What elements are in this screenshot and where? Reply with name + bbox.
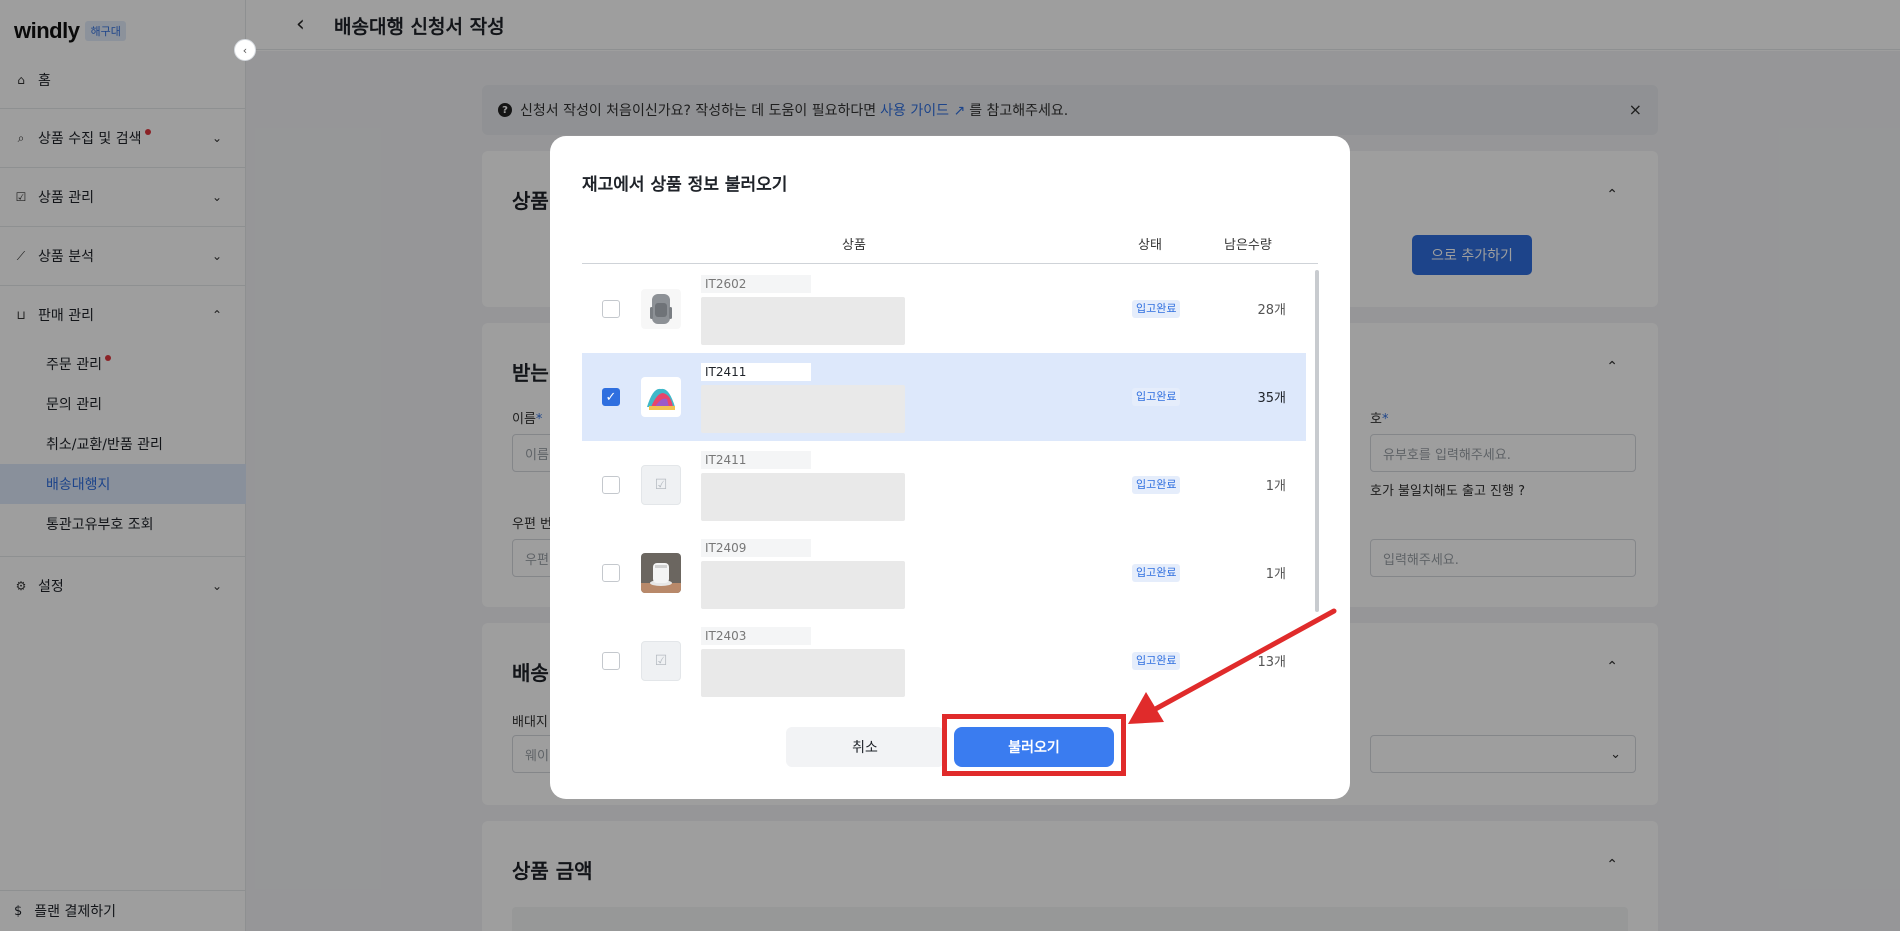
product-name-redacted (701, 473, 905, 521)
row-checkbox[interactable] (602, 564, 620, 582)
table-header: 상품 상태 남은수량 (582, 224, 1318, 264)
status-badge: 입고완료 (1132, 388, 1181, 406)
table-row[interactable]: ☑ IT2411 입고완료 1개 (582, 441, 1306, 529)
column-header-status: 상태 (1138, 238, 1162, 253)
import-inventory-modal: 재고에서 상품 정보 불러오기 상품 상태 남은수량 IT2602 입고완료 2… (550, 136, 1350, 799)
table-row[interactable]: ☑ IT2403 입고완료 13개 (582, 617, 1306, 703)
product-name-redacted (701, 561, 905, 609)
product-table: IT2602 입고완료 28개 ✓ IT2411 입고완료 35개 ☑ IT24… (582, 265, 1318, 703)
table-row[interactable]: IT2602 입고완료 28개 (582, 265, 1306, 353)
highlight-box (942, 714, 1126, 776)
product-thumbnail (641, 377, 681, 417)
table-row[interactable]: IT2409 입고완료 1개 (582, 529, 1306, 617)
status-badge: 입고완료 (1132, 652, 1181, 670)
column-header-qty: 남은수량 (1224, 238, 1272, 253)
remaining-qty: 28개 (1257, 303, 1286, 318)
chevron-left-icon: ‹ (242, 43, 248, 57)
table-row[interactable]: ✓ IT2411 입고완료 35개 (582, 353, 1306, 441)
remaining-qty: 35개 (1257, 391, 1286, 406)
remaining-qty: 1개 (1265, 479, 1286, 494)
remaining-qty: 1개 (1265, 567, 1286, 582)
row-checkbox[interactable]: ✓ (602, 388, 620, 406)
product-code: IT2409 (701, 539, 811, 557)
product-name-redacted (701, 385, 905, 433)
row-checkbox[interactable] (602, 476, 620, 494)
row-checkbox[interactable] (602, 300, 620, 318)
image-placeholder-icon: ☑ (641, 465, 681, 505)
product-code: IT2602 (701, 275, 811, 293)
modal-title: 재고에서 상품 정보 불러오기 (582, 175, 788, 195)
product-code: IT2411 (701, 451, 811, 469)
remaining-qty: 13개 (1257, 655, 1286, 670)
status-badge: 입고완료 (1132, 476, 1181, 494)
image-placeholder-icon: ☑ (641, 641, 681, 681)
status-badge: 입고완료 (1132, 564, 1181, 582)
product-code: IT2403 (701, 627, 811, 645)
product-thumbnail (641, 289, 681, 329)
product-name-redacted (701, 297, 905, 345)
product-name-redacted (701, 649, 905, 697)
table-scrollbar[interactable] (1315, 270, 1319, 612)
column-header-product: 상품 (842, 238, 866, 253)
sidebar-collapse-button[interactable]: ‹ (234, 39, 256, 61)
status-badge: 입고완료 (1132, 300, 1181, 318)
product-thumbnail (641, 553, 681, 593)
cancel-button[interactable]: 취소 (786, 727, 944, 767)
row-checkbox[interactable] (602, 652, 620, 670)
product-code: IT2411 (701, 363, 811, 381)
